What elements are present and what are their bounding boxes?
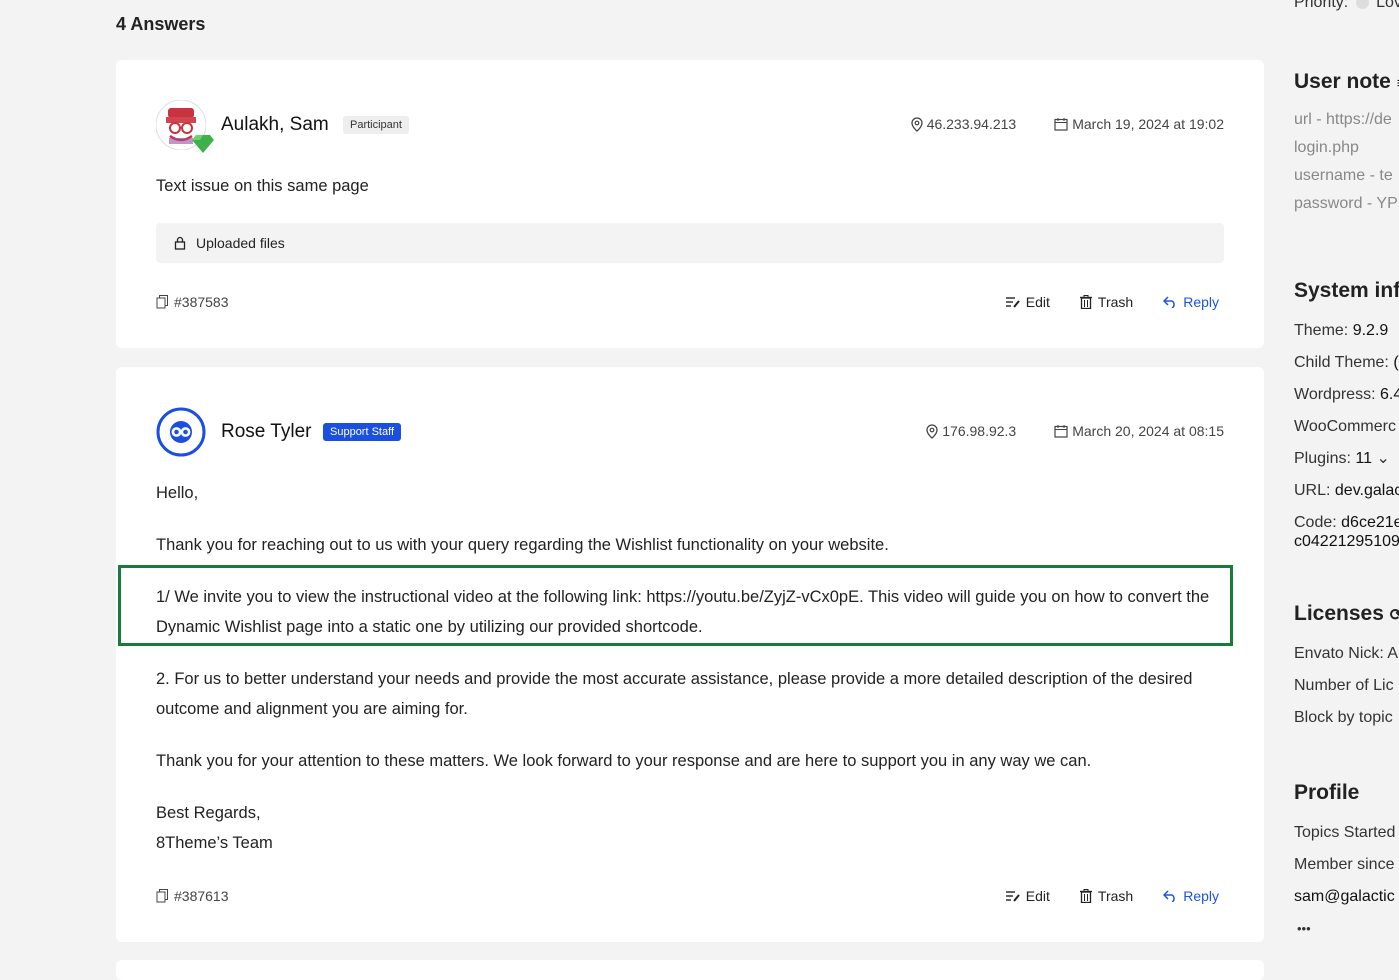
body-paragraph: Thank you for your attention to these ma… — [156, 752, 1092, 770]
note-line: username - te — [1294, 167, 1393, 184]
body-paragraph: Best Regards, — [156, 804, 261, 822]
user-note-title: User note ≡ — [1294, 70, 1399, 94]
answer-footer: #387613 Edit Trash Reply — [156, 888, 1224, 910]
reply-button[interactable]: Reply — [1163, 294, 1219, 310]
location-pin-icon — [911, 116, 923, 132]
woocommerce-row: WooCommerc — [1294, 418, 1396, 435]
theme-row: Theme: 9.2.9 — [1294, 322, 1389, 339]
body-paragraph: 2. For us to better understand your need… — [156, 670, 1193, 718]
answer-card: Aulakh, Sam Participant 46.233.94.213 Ma… — [116, 60, 1264, 348]
calendar-icon — [1054, 118, 1068, 131]
answer-card — [116, 960, 1264, 980]
license-row: Number of Lic — [1294, 677, 1394, 694]
note-line: password - YP — [1294, 195, 1398, 212]
answer-header: Aulakh, Sam Participant 46.233.94.213 Ma… — [156, 100, 1224, 153]
system-info-title: System inf — [1294, 279, 1399, 302]
body-paragraph: 8Theme’s Team — [156, 834, 273, 852]
trash-icon — [1079, 295, 1092, 309]
answer-body: Hello, Thank you for reaching out to us … — [156, 478, 1224, 858]
profile-email[interactable]: sam@galactic — [1294, 881, 1399, 913]
priority-value[interactable]: Lov — [1376, 0, 1399, 11]
licenses-title: Licenses ⟳ — [1294, 602, 1399, 626]
plugins-row[interactable]: Plugins: 11 ⌄ — [1294, 443, 1399, 475]
trash-button[interactable]: Trash — [1079, 294, 1133, 310]
post-date: March 19, 2024 at 19:02 — [1054, 116, 1224, 132]
note-line: login.php — [1294, 139, 1359, 156]
refresh-icon[interactable]: ⟳ — [1390, 607, 1399, 624]
body-paragraph: Hello, — [156, 484, 199, 502]
answer-header: Rose Tyler Support Staff 176.98.92.3 Mar… — [156, 407, 1224, 459]
body-paragraph: Thank you for reaching out to us with yo… — [156, 536, 889, 554]
location-pin-icon — [926, 423, 938, 439]
trash-icon — [1079, 889, 1092, 903]
child-theme-row: Child Theme: ( — [1294, 354, 1399, 371]
reply-icon — [1163, 890, 1176, 902]
wordpress-row: Wordpress: 6.4 — [1294, 386, 1399, 403]
edit-button[interactable]: Edit — [1005, 294, 1050, 310]
answer-footer: #387583 Edit Trash Reply — [156, 294, 1224, 316]
more-icon[interactable]: ••• — [1297, 913, 1399, 945]
system-info-section: System inf Theme: 9.2.9 Child Theme: ( W… — [1294, 279, 1399, 551]
reply-button[interactable]: Reply — [1163, 888, 1219, 904]
user-note-section: User note ≡ url - https://de login.php u… — [1294, 70, 1399, 218]
profile-title: Profile — [1294, 781, 1360, 804]
post-id[interactable]: #387613 — [156, 888, 229, 904]
uploaded-files-label: Uploaded files — [196, 235, 285, 251]
role-badge: Support Staff — [323, 423, 402, 441]
answer-body: Text issue on this same page — [156, 171, 1224, 201]
body-paragraph: 1/ We invite you to view the instruction… — [156, 588, 1210, 636]
priority-row: Priority: Lov — [1294, 0, 1399, 12]
role-badge: Participant — [343, 116, 409, 134]
url-row: URL: dev.galac — [1294, 482, 1399, 499]
chevron-down-icon[interactable]: ⌄ — [1376, 450, 1389, 467]
uploaded-files[interactable]: Uploaded files — [156, 223, 1224, 263]
profile-row: Member since — [1294, 856, 1395, 873]
license-row: Envato Nick: A — [1294, 645, 1399, 662]
profile-section: Profile Topics Started Member since sam@… — [1294, 781, 1399, 945]
answer-card: Rose Tyler Support Staff 176.98.92.3 Mar… — [116, 367, 1264, 942]
body-paragraph: Text issue on this same page — [156, 177, 369, 195]
calendar-icon — [1054, 425, 1068, 438]
reply-icon — [1163, 296, 1176, 308]
edit-button[interactable]: Edit — [1005, 888, 1050, 904]
license-row: Block by topic — [1294, 709, 1393, 726]
lock-icon — [174, 236, 186, 250]
note-line: url - https://de — [1294, 111, 1392, 128]
ip-address: 176.98.92.3 — [926, 423, 1016, 439]
user-avatar — [156, 407, 206, 457]
code-row: Code: d6ce21e c04221295109 — [1294, 514, 1399, 550]
author-name[interactable]: Aulakh, Sam — [221, 114, 329, 136]
edit-icon — [1005, 891, 1020, 902]
edit-icon — [1005, 297, 1020, 308]
licenses-section: Licenses ⟳ Envato Nick: A Number of Lic … — [1294, 602, 1399, 734]
profile-row: Topics Started — [1294, 824, 1396, 841]
trash-button[interactable]: Trash — [1079, 888, 1133, 904]
post-date: March 20, 2024 at 08:15 — [1054, 423, 1224, 439]
post-id[interactable]: #387583 — [156, 294, 229, 310]
ip-address: 46.233.94.213 — [911, 116, 1016, 132]
gem-icon — [192, 135, 214, 153]
answers-count: 4 Answers — [116, 14, 206, 34]
copy-icon — [156, 889, 168, 903]
author-name[interactable]: Rose Tyler — [221, 421, 311, 443]
copy-icon — [156, 295, 168, 309]
priority-dot-icon — [1355, 0, 1369, 10]
